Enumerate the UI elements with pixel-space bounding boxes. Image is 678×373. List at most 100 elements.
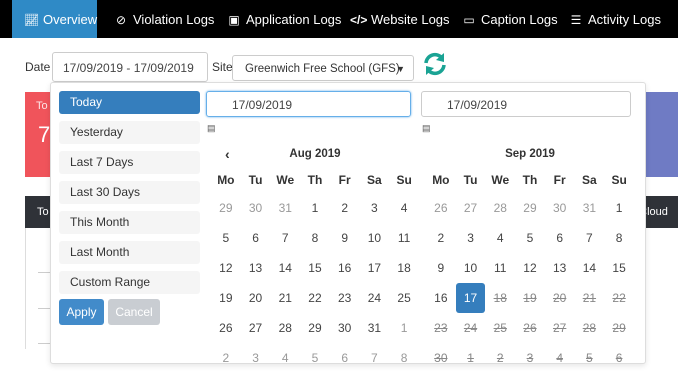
calendar-day[interactable]: 20 bbox=[241, 283, 271, 313]
calendar-day[interactable]: 21 bbox=[270, 283, 300, 313]
calendar-day[interactable]: 12 bbox=[211, 253, 241, 283]
calendar-day[interactable]: 18 bbox=[389, 253, 419, 283]
calendar-day[interactable]: 11 bbox=[389, 223, 419, 253]
calendar-day[interactable]: 1 bbox=[389, 313, 419, 343]
calendar-day[interactable]: 19 bbox=[211, 283, 241, 313]
calendar-day[interactable]: 5 bbox=[211, 223, 241, 253]
calendar-day[interactable]: 16 bbox=[426, 283, 456, 313]
calendar-day[interactable]: 28 bbox=[270, 313, 300, 343]
weekday-header: We bbox=[491, 173, 510, 187]
calendar-day[interactable]: 11 bbox=[485, 253, 515, 283]
calendar-day[interactable]: 15 bbox=[604, 253, 634, 283]
calendar-day[interactable]: 2 bbox=[330, 193, 360, 223]
calendar-day[interactable]: 3 bbox=[360, 193, 390, 223]
calendar-day[interactable]: 26 bbox=[211, 313, 241, 343]
tab-violation-logs[interactable]: ⊘ Violation Logs bbox=[114, 0, 214, 38]
date-range-input[interactable]: 17/09/2019 - 17/09/2019 bbox=[52, 52, 208, 82]
calendar-day[interactable]: 14 bbox=[575, 253, 605, 283]
chevron-down-icon: ▼ bbox=[396, 64, 405, 74]
calendar-day[interactable]: 10 bbox=[360, 223, 390, 253]
caption-icon: ▭ bbox=[463, 13, 475, 27]
calendar-day[interactable]: 8 bbox=[389, 343, 419, 373]
calendar-day[interactable]: 24 bbox=[360, 283, 390, 313]
calendar-day[interactable]: 5 bbox=[515, 223, 545, 253]
calendar-day[interactable]: 31 bbox=[360, 313, 390, 343]
calendar-day[interactable]: 27 bbox=[241, 313, 271, 343]
range-yesterday[interactable]: Yesterday bbox=[59, 121, 200, 144]
range-last-month[interactable]: Last Month bbox=[59, 241, 200, 264]
calendar-day[interactable]: 29 bbox=[515, 193, 545, 223]
site-select[interactable]: Greenwich Free School (GFS) ▼ bbox=[232, 55, 414, 81]
calendar-day[interactable]: 23 bbox=[330, 283, 360, 313]
calendar-day[interactable]: 6 bbox=[545, 223, 575, 253]
calendar-day[interactable]: 5 bbox=[300, 343, 330, 373]
calendar-day[interactable]: 9 bbox=[330, 223, 360, 253]
calendar-day[interactable]: 22 bbox=[300, 283, 330, 313]
calendar-day[interactable]: 8 bbox=[604, 223, 634, 253]
calendar-day[interactable]: 30 bbox=[330, 313, 360, 343]
range-custom[interactable]: Custom Range bbox=[59, 271, 200, 294]
weekday-header: Mo bbox=[432, 173, 450, 187]
tab-caption-logs[interactable]: ▭ Caption Logs bbox=[462, 0, 557, 38]
calendar-day[interactable]: 26 bbox=[426, 193, 456, 223]
calendar-day[interactable]: 3 bbox=[456, 223, 486, 253]
calendar-day[interactable]: 2 bbox=[426, 223, 456, 253]
calendar-day: 30 bbox=[434, 351, 448, 365]
calendar-day[interactable]: 4 bbox=[389, 193, 419, 223]
tab-website-logs[interactable]: </> Website Logs bbox=[350, 0, 450, 38]
calendar-day[interactable]: 30 bbox=[241, 193, 271, 223]
range-today[interactable]: Today bbox=[59, 91, 200, 114]
calendar-day[interactable]: 27 bbox=[456, 193, 486, 223]
calendar-day[interactable]: 7 bbox=[575, 223, 605, 253]
calendar-day[interactable]: 31 bbox=[270, 193, 300, 223]
cancel-button[interactable]: Cancel bbox=[108, 299, 160, 325]
calendar-day[interactable]: 14 bbox=[270, 253, 300, 283]
site-label: Site bbox=[212, 60, 233, 74]
calendar-day[interactable]: 1 bbox=[300, 193, 330, 223]
calendar-day[interactable]: 4 bbox=[485, 223, 515, 253]
calendar-day[interactable]: 13 bbox=[545, 253, 575, 283]
calendar-day[interactable]: 25 bbox=[389, 283, 419, 313]
range-last-7-days[interactable]: Last 7 Days bbox=[59, 151, 200, 174]
start-date-input[interactable]: 17/09/2019 bbox=[206, 91, 411, 117]
weekday-header: Fr bbox=[338, 173, 351, 187]
tab-overview[interactable]: 📈︎ Overview bbox=[12, 0, 97, 38]
calendar-day[interactable]: 7 bbox=[270, 223, 300, 253]
tab-activity-logs[interactable]: ☰ Activity Logs bbox=[569, 0, 661, 38]
weekday-header: Mo bbox=[217, 173, 235, 187]
calendar-day[interactable]: 10 bbox=[456, 253, 486, 283]
calendar-day: 3 bbox=[526, 351, 534, 365]
calendar-day[interactable]: 2 bbox=[211, 343, 241, 373]
calendar-day[interactable]: 16 bbox=[330, 253, 360, 283]
chevron-left-icon[interactable]: ‹ bbox=[225, 141, 230, 167]
calendar-day[interactable]: 13 bbox=[241, 253, 271, 283]
calendar-day: 21 bbox=[582, 291, 597, 305]
calendar-day[interactable]: 28 bbox=[485, 193, 515, 223]
calendar-day[interactable]: 29 bbox=[211, 193, 241, 223]
calendar-day[interactable]: 3 bbox=[241, 343, 271, 373]
calendar-day[interactable]: 1 bbox=[604, 193, 634, 223]
tab-application-logs[interactable]: ▣ Application Logs bbox=[227, 0, 341, 38]
range-this-month[interactable]: This Month bbox=[59, 211, 200, 234]
refresh-icon[interactable] bbox=[422, 51, 448, 77]
calendar-day[interactable]: 4 bbox=[270, 343, 300, 373]
apply-button[interactable]: Apply bbox=[59, 299, 104, 325]
calendar-day[interactable]: 8 bbox=[300, 223, 330, 253]
calendar-day[interactable]: 7 bbox=[360, 343, 390, 373]
calendar-day[interactable]: 12 bbox=[515, 253, 545, 283]
calendar-right-header: Sep 2019 bbox=[426, 141, 634, 167]
calendar-day[interactable]: 15 bbox=[300, 253, 330, 283]
calendar-day-selected[interactable]: 17 bbox=[455, 283, 486, 313]
calendar-day: 23 bbox=[434, 321, 448, 335]
calendar-day[interactable]: 30 bbox=[545, 193, 575, 223]
calendar-day[interactable]: 6 bbox=[330, 343, 360, 373]
calendar-day[interactable]: 9 bbox=[426, 253, 456, 283]
calendar-day[interactable]: 29 bbox=[300, 313, 330, 343]
month-title: Aug 2019 bbox=[289, 148, 341, 160]
weekday-header: Sa bbox=[582, 173, 597, 187]
calendar-day[interactable]: 6 bbox=[241, 223, 271, 253]
calendar-day[interactable]: 17 bbox=[360, 253, 390, 283]
calendar-day[interactable]: 31 bbox=[575, 193, 605, 223]
range-last-30-days[interactable]: Last 30 Days bbox=[59, 181, 200, 204]
end-date-input[interactable]: 17/09/2019 bbox=[421, 91, 631, 117]
